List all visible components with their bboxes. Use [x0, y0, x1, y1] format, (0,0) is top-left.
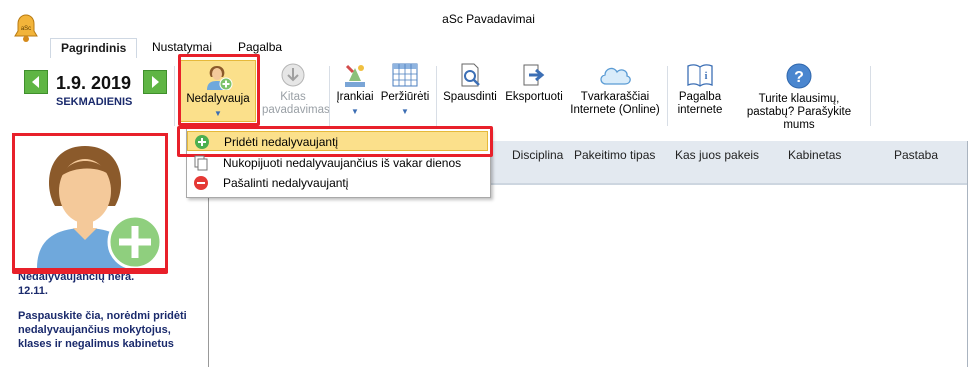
ribbon-separator	[329, 66, 330, 126]
window-title: aSc Pavadavimai	[442, 12, 535, 26]
feedback-button[interactable]: ? Turite klausimų, pastabų? Parašykite m…	[730, 62, 868, 132]
column-header[interactable]: Kas juos pakeis	[675, 148, 759, 162]
help-book-icon: i	[687, 64, 713, 87]
online-label-2: Internete (Online)	[570, 104, 660, 116]
grid-body[interactable]	[209, 185, 977, 367]
current-date: 1.9. 2019	[56, 73, 132, 93]
arrow-left-icon	[32, 76, 39, 88]
next-day-button[interactable]	[143, 70, 167, 94]
export-button[interactable]: Eksportuoti	[502, 62, 566, 104]
print-button[interactable]: Spausdinti	[440, 62, 500, 104]
add-absent-hint-text[interactable]: Paspauskite čia, norėdmi pridėti nedalyv…	[18, 309, 198, 351]
column-header[interactable]: Kabinetas	[788, 148, 841, 162]
menu-item-remove-absent[interactable]: Pašalinti nedalyvaujantį	[187, 173, 488, 193]
feedback-label-1: Turite klausimų,	[758, 93, 840, 105]
column-header[interactable]: Pakeitimo tipas	[574, 148, 655, 162]
views-label: Peržiūrėti	[380, 91, 430, 103]
export-label: Eksportuoti	[505, 91, 563, 103]
menu-item-label: Nukopijuoti nedalyvaujančius iš vakar di…	[223, 156, 462, 170]
menu-item-copy-absent[interactable]: Nukopijuoti nedalyvaujančius iš vakar di…	[187, 153, 488, 173]
ribbon-separator	[870, 66, 871, 126]
ribbon-separator	[174, 66, 175, 126]
highlight-frame	[12, 266, 168, 274]
next-substitution-button[interactable]: Kitas pavadavimas	[262, 62, 330, 117]
prev-day-button[interactable]	[24, 70, 48, 94]
online-help-label-1: Pagalba	[678, 91, 722, 103]
ribbon-separator	[667, 66, 668, 126]
table-view-icon	[392, 63, 418, 87]
tab-home[interactable]: Pagrindinis	[50, 38, 138, 60]
column-header[interactable]: Disciplina	[512, 148, 563, 162]
highlight-frame	[178, 54, 260, 126]
svg-text:i: i	[705, 71, 708, 82]
remove-icon	[194, 176, 208, 190]
ribbon-separator	[436, 66, 437, 126]
menu-item-label: Pašalinti nedalyvaujantį	[223, 176, 349, 190]
absent-date-text: 12.11.	[18, 285, 48, 297]
current-day-name: SEKMADIENIS	[56, 96, 133, 108]
copy-icon	[194, 155, 208, 171]
next-substitution-label-1: Kitas	[280, 91, 306, 103]
next-substitution-label-2: pavadavimas	[262, 104, 330, 116]
chevron-down-icon: ▼	[401, 107, 409, 116]
question-icon: ?	[786, 63, 812, 89]
svg-text:aSc: aSc	[21, 26, 31, 32]
cloud-icon	[600, 67, 631, 85]
chevron-down-icon: ▼	[351, 107, 359, 116]
add-absent-avatar[interactable]	[12, 133, 168, 271]
arrow-down-circle-icon	[281, 63, 305, 87]
print-label: Spausdinti	[443, 91, 497, 103]
online-help-label-2: internete	[677, 104, 723, 116]
absent-info-text[interactable]: Nedalyvaujančių nėra. 12.11. Paspauskite…	[18, 270, 198, 351]
online-timetables-button[interactable]: Tvarkaraščiai Internete (Online)	[566, 62, 664, 117]
tools-label: Įrankiai	[336, 91, 374, 103]
svg-text:?: ?	[794, 69, 804, 86]
views-button[interactable]: Peržiūrėti ▼	[379, 62, 431, 118]
arrow-right-icon	[152, 76, 159, 88]
online-label-1: Tvarkaraščiai	[580, 91, 650, 103]
tools-button[interactable]: Įrankiai ▼	[333, 62, 377, 118]
feedback-label-2: pastabų? Parašykite mums	[746, 106, 852, 131]
grid-right-border	[967, 141, 968, 367]
tools-icon	[345, 64, 365, 87]
export-icon	[523, 64, 545, 86]
print-preview-icon	[461, 63, 480, 87]
column-header[interactable]: Pastaba	[894, 148, 938, 162]
person-add-large-icon	[37, 146, 163, 270]
online-help-button[interactable]: i Pagalba internete	[671, 62, 729, 117]
